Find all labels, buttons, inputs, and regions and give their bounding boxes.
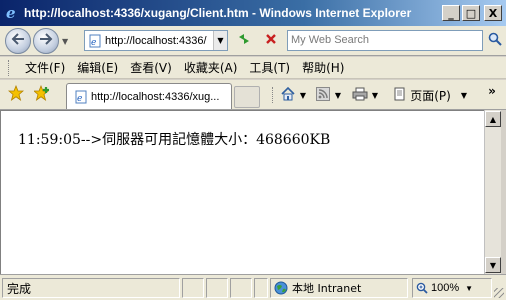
address-input[interactable]: e http://localhost:4336/ ▼ [84,30,228,51]
rss-icon [316,86,330,104]
home-icon [280,86,296,105]
svg-text:e: e [6,5,16,21]
menu-file[interactable]: 文件(F) [19,59,71,76]
svg-text:e: e [91,38,96,48]
svg-text:e: e [77,94,82,104]
security-zone[interactable]: 本地 Intranet [270,278,408,298]
page-menu-label: 页面(P) [410,88,451,103]
feeds-button[interactable] [314,86,332,104]
zoom-icon [416,282,428,294]
print-icon [352,87,368,104]
memory-status-line: 11:59:05-->伺服器可用記憶體大小：468660KB [18,132,331,148]
maximize-button[interactable]: □ [462,5,480,21]
search-icon [488,32,502,49]
resize-grip[interactable] [494,288,504,298]
menu-help[interactable]: 帮助(H) [296,59,350,76]
tab-toolbar: e http://localhost:4336/xug... ▼ ▼ ▼ 页面(… [0,80,506,110]
new-tab-button[interactable] [234,86,260,108]
vertical-scrollbar[interactable]: ▲ ▼ [484,110,501,274]
status-panel [230,278,252,298]
globe-icon [274,281,288,295]
address-toolbar: ▼ e http://localhost:4336/ ▼ My Web Sear… [0,26,506,56]
print-dropdown-icon[interactable]: ▼ [371,86,379,104]
menu-grip[interactable] [8,59,11,76]
ie-icon: e [4,5,20,21]
status-panel [182,278,204,298]
refresh-icon [236,32,252,50]
recent-pages-dropdown-icon[interactable]: ▼ [62,37,68,46]
window-border [501,110,506,274]
stop-button[interactable] [262,32,280,50]
scroll-up-icon[interactable]: ▲ [485,111,501,127]
page-icon: e [74,90,88,104]
more-tools-chevron-icon[interactable]: » [485,82,499,100]
add-favorite-icon [32,84,52,105]
page-content: 11:59:05-->伺服器可用記憶體大小：468660KB [0,110,484,274]
status-bar: 完成 本地 Intranet 100% ▼ [0,274,506,300]
page-menu-button[interactable]: 页面(P) [387,86,457,104]
menu-favorites[interactable]: 收藏夹(A) [178,59,244,76]
window-title: http://localhost:4336/xugang/Client.htm … [24,6,412,20]
star-icon [7,84,25,105]
favorites-button[interactable] [7,84,25,105]
status-text: 完成 [2,278,180,298]
forward-arrow-icon [39,33,53,49]
status-panel [254,278,268,298]
menu-edit[interactable]: 编辑(E) [71,59,124,76]
menu-tools[interactable]: 工具(T) [243,59,296,76]
menu-bar: 文件(F) 编辑(E) 查看(V) 收藏夹(A) 工具(T) 帮助(H) [0,57,506,79]
feeds-dropdown-icon[interactable]: ▼ [334,86,342,104]
tab-current[interactable]: e http://localhost:4336/xug... [66,83,232,109]
zoom-control[interactable]: 100% ▼ [412,278,492,298]
page-dropdown-icon[interactable]: ▼ [460,86,468,104]
back-arrow-icon [11,33,25,49]
search-input[interactable]: My Web Search [287,30,483,51]
minimize-button[interactable]: _ [442,5,460,21]
home-dropdown-icon[interactable]: ▼ [299,86,307,104]
page-icon [393,87,407,104]
tab-title: http://localhost:4336/xug... [91,90,220,103]
security-zone-label: 本地 Intranet [292,282,362,295]
status-panel [206,278,228,298]
toolbar-grip[interactable] [272,87,273,103]
close-button[interactable]: X [484,5,502,21]
back-button[interactable] [5,28,31,54]
page-icon: e [88,34,102,48]
forward-button[interactable] [33,28,59,54]
search-button[interactable] [486,31,504,50]
stop-icon [265,33,277,49]
refresh-button[interactable] [235,33,253,49]
address-dropdown-icon[interactable]: ▼ [213,31,227,50]
add-favorite-button[interactable] [32,84,53,105]
zoom-dropdown-icon[interactable]: ▼ [465,284,473,293]
print-button[interactable] [351,86,369,104]
menu-view[interactable]: 查看(V) [124,59,178,76]
address-text[interactable]: http://localhost:4336/ [105,35,213,47]
home-button[interactable] [279,86,297,104]
title-bar: e http://localhost:4336/xugang/Client.ht… [0,0,506,26]
scroll-down-icon[interactable]: ▼ [485,257,501,273]
zoom-level: 100% [431,282,460,294]
